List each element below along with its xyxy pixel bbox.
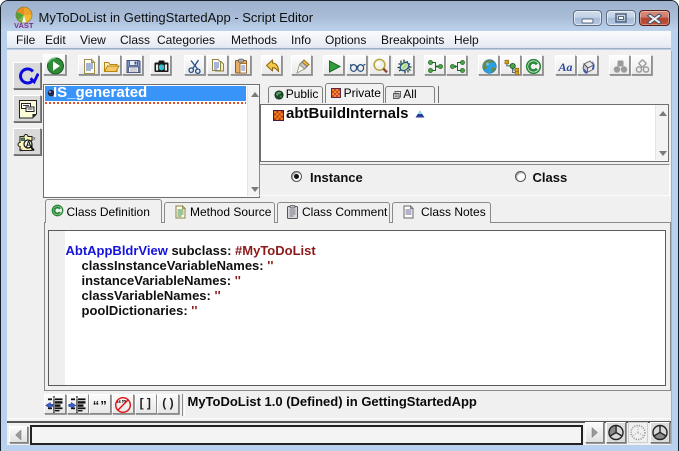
svg-text:Aa: Aa xyxy=(558,60,573,74)
svg-text:x: x xyxy=(33,136,36,142)
